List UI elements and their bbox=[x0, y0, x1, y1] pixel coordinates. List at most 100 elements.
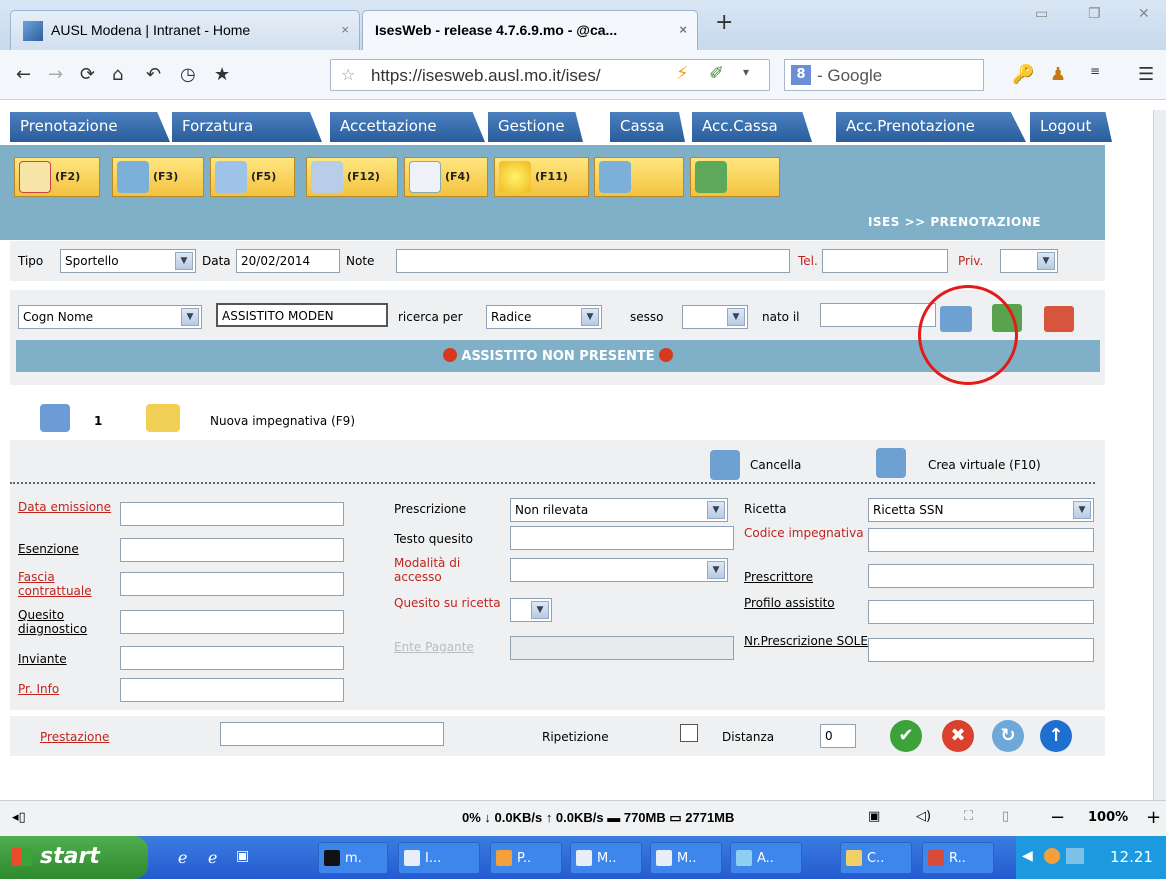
data-input[interactable]: 20/02/2014 bbox=[236, 249, 340, 273]
home-icon[interactable]: ⌂ bbox=[112, 64, 123, 85]
reload-icon[interactable]: ⟳ bbox=[80, 64, 95, 85]
ricerca-select[interactable]: Radice ▼ bbox=[486, 305, 602, 329]
menu-prenotazione[interactable]: Prenotazione bbox=[10, 112, 170, 142]
modalita-select[interactable]: ▼ bbox=[510, 558, 728, 582]
inviante-input[interactable] bbox=[120, 646, 344, 670]
prescrittore-input[interactable] bbox=[868, 564, 1094, 588]
nr-prescrizione-input[interactable] bbox=[868, 638, 1094, 662]
menu-logout[interactable]: Logout bbox=[1030, 112, 1112, 142]
profilo-assistito-input[interactable] bbox=[868, 600, 1094, 624]
menu-acc-cassa[interactable]: Acc.Cassa bbox=[692, 112, 812, 142]
screenshot-icon[interactable]: ▣ bbox=[868, 809, 880, 824]
tipo-select[interactable]: Sportello ▼ bbox=[60, 249, 196, 273]
cancel-button[interactable]: Cancella bbox=[750, 458, 801, 472]
ricetta-select[interactable]: Ricetta SSN ▼ bbox=[868, 498, 1094, 522]
zoom-in-button[interactable]: + bbox=[1146, 807, 1161, 828]
tab-isesweb[interactable]: IsesWeb - release 4.7.6.9.mo - @ca... × bbox=[362, 10, 698, 50]
quesito-ricetta-select[interactable]: ▼ bbox=[510, 598, 552, 622]
fascia-input[interactable] bbox=[120, 572, 344, 596]
ie-quicklaunch-icon[interactable]: ℯ bbox=[178, 848, 187, 867]
menu-accettazione[interactable]: Accettazione bbox=[330, 112, 485, 142]
quesito-diagnostico-input[interactable] bbox=[120, 610, 344, 634]
history-icon[interactable]: ◷ bbox=[180, 64, 196, 85]
menu-small-icon[interactable]: ≡ bbox=[1090, 64, 1100, 78]
window-close-icon[interactable]: ✕ bbox=[1138, 6, 1150, 22]
testo-quesito-input[interactable] bbox=[510, 526, 734, 550]
start-button[interactable]: start bbox=[0, 836, 148, 879]
forward-icon[interactable]: → bbox=[48, 64, 63, 85]
taskbar-item[interactable]: A.. bbox=[730, 842, 802, 874]
browser-quicklaunch-icon[interactable]: ℯ bbox=[208, 848, 217, 867]
refresh-icon[interactable]: ↻ bbox=[992, 720, 1024, 752]
menu-acc-prenotazione[interactable]: Acc.Prenotazione bbox=[836, 112, 1026, 142]
virtual-doc-icon[interactable] bbox=[876, 448, 906, 478]
restore-icon[interactable]: ❐ bbox=[1088, 6, 1101, 22]
f11-button[interactable]: (F11) bbox=[494, 157, 589, 197]
back-icon[interactable]: ← bbox=[16, 64, 31, 85]
cancel-circle-icon[interactable]: ✖ bbox=[942, 720, 974, 752]
close-icon[interactable]: × bbox=[679, 22, 687, 37]
new-tab-button[interactable]: + bbox=[715, 10, 733, 35]
f2-button[interactable]: (F2) bbox=[14, 157, 100, 197]
pr-info-input[interactable] bbox=[120, 678, 344, 702]
taskbar-item[interactable]: M.. bbox=[570, 842, 642, 874]
distanza-input[interactable]: 0 bbox=[820, 724, 856, 748]
f12-button[interactable]: (F12) bbox=[306, 157, 398, 197]
taskbar-item[interactable]: P.. bbox=[490, 842, 562, 874]
taskbar-item[interactable]: C.. bbox=[840, 842, 912, 874]
tray-clock-icon[interactable] bbox=[1044, 848, 1060, 864]
search-engine-icon[interactable]: 8 bbox=[791, 65, 811, 85]
tab-ausl-intranet[interactable]: AUSL Modena | Intranet - Home × bbox=[10, 10, 360, 50]
tel-input[interactable] bbox=[822, 249, 948, 273]
menu-cassa[interactable]: Cassa bbox=[610, 112, 685, 142]
confirm-icon[interactable]: ✔ bbox=[890, 720, 922, 752]
help-button[interactable] bbox=[690, 157, 780, 197]
menu-gestione[interactable]: Gestione bbox=[488, 112, 583, 142]
prestazione-input[interactable] bbox=[220, 722, 444, 746]
menu-forzatura[interactable]: Forzatura bbox=[172, 112, 322, 142]
chevron-down-icon[interactable]: ▾ bbox=[743, 65, 749, 79]
taskbar-item[interactable]: R.. bbox=[922, 842, 994, 874]
data-emissione-input[interactable] bbox=[120, 502, 344, 526]
fullscreen-icon[interactable]: ⛶ bbox=[964, 809, 973, 824]
taskbar-item[interactable]: M.. bbox=[650, 842, 722, 874]
speaker-icon[interactable]: ◁) bbox=[916, 809, 931, 824]
search-box[interactable]: 8 - Google bbox=[784, 59, 984, 91]
f3-button[interactable]: (F3) bbox=[112, 157, 204, 197]
new-folder-icon[interactable] bbox=[146, 404, 180, 432]
cancel-icon[interactable] bbox=[710, 450, 740, 480]
undo-icon[interactable]: ↶ bbox=[146, 64, 161, 85]
zoom-out-button[interactable]: − bbox=[1050, 807, 1065, 828]
tray-network-icon[interactable] bbox=[1066, 848, 1084, 864]
sesso-select[interactable]: ▼ bbox=[682, 305, 748, 329]
edit-impegnativa-icon[interactable] bbox=[40, 404, 70, 432]
remove-patient-icon[interactable] bbox=[1044, 306, 1074, 332]
ripetizione-checkbox[interactable] bbox=[680, 724, 698, 742]
new-impegnativa-link[interactable]: Nuova impegnativa (F9) bbox=[210, 414, 355, 428]
arrow-up-icon[interactable]: ↑ bbox=[1040, 720, 1072, 752]
prescrizione-select[interactable]: Non rilevata ▼ bbox=[510, 498, 728, 522]
sidebar-toggle-icon[interactable]: ◂▯ bbox=[12, 810, 26, 825]
codice-impegnativa-input[interactable] bbox=[868, 528, 1094, 552]
pin-icon[interactable]: ✐ bbox=[709, 63, 724, 84]
save-user-button[interactable] bbox=[594, 157, 684, 197]
patient-name-input[interactable]: ASSISTITO MODEN bbox=[216, 303, 388, 327]
bookmark-star-icon[interactable]: ★ bbox=[214, 64, 230, 85]
lightning-icon[interactable]: ⚡ bbox=[676, 63, 689, 84]
taskbar-item[interactable]: m. bbox=[318, 842, 388, 874]
close-icon[interactable]: × bbox=[341, 22, 349, 37]
search-field-select[interactable]: Cogn Nome ▼ bbox=[18, 305, 202, 329]
tray-arrow-icon[interactable]: ◀ bbox=[1022, 848, 1033, 864]
f4-button[interactable]: (F4) bbox=[404, 157, 488, 197]
f5-button[interactable]: (F5) bbox=[210, 157, 295, 197]
app-quicklaunch-icon[interactable]: ▣ bbox=[236, 848, 249, 864]
note-input[interactable] bbox=[396, 249, 790, 273]
hamburger-menu-icon[interactable]: ☰ bbox=[1138, 64, 1154, 85]
vertical-scrollbar[interactable] bbox=[1153, 110, 1166, 800]
star-outline-icon[interactable]: ☆ bbox=[341, 65, 355, 84]
crea-virtuale-button[interactable]: Crea virtuale (F10) bbox=[928, 458, 1041, 472]
esenzione-input[interactable] bbox=[120, 538, 344, 562]
reader-icon[interactable]: ▯ bbox=[1002, 809, 1009, 824]
taskbar-item[interactable]: I... bbox=[398, 842, 480, 874]
minimize-icon[interactable]: ▭ bbox=[1035, 6, 1048, 22]
